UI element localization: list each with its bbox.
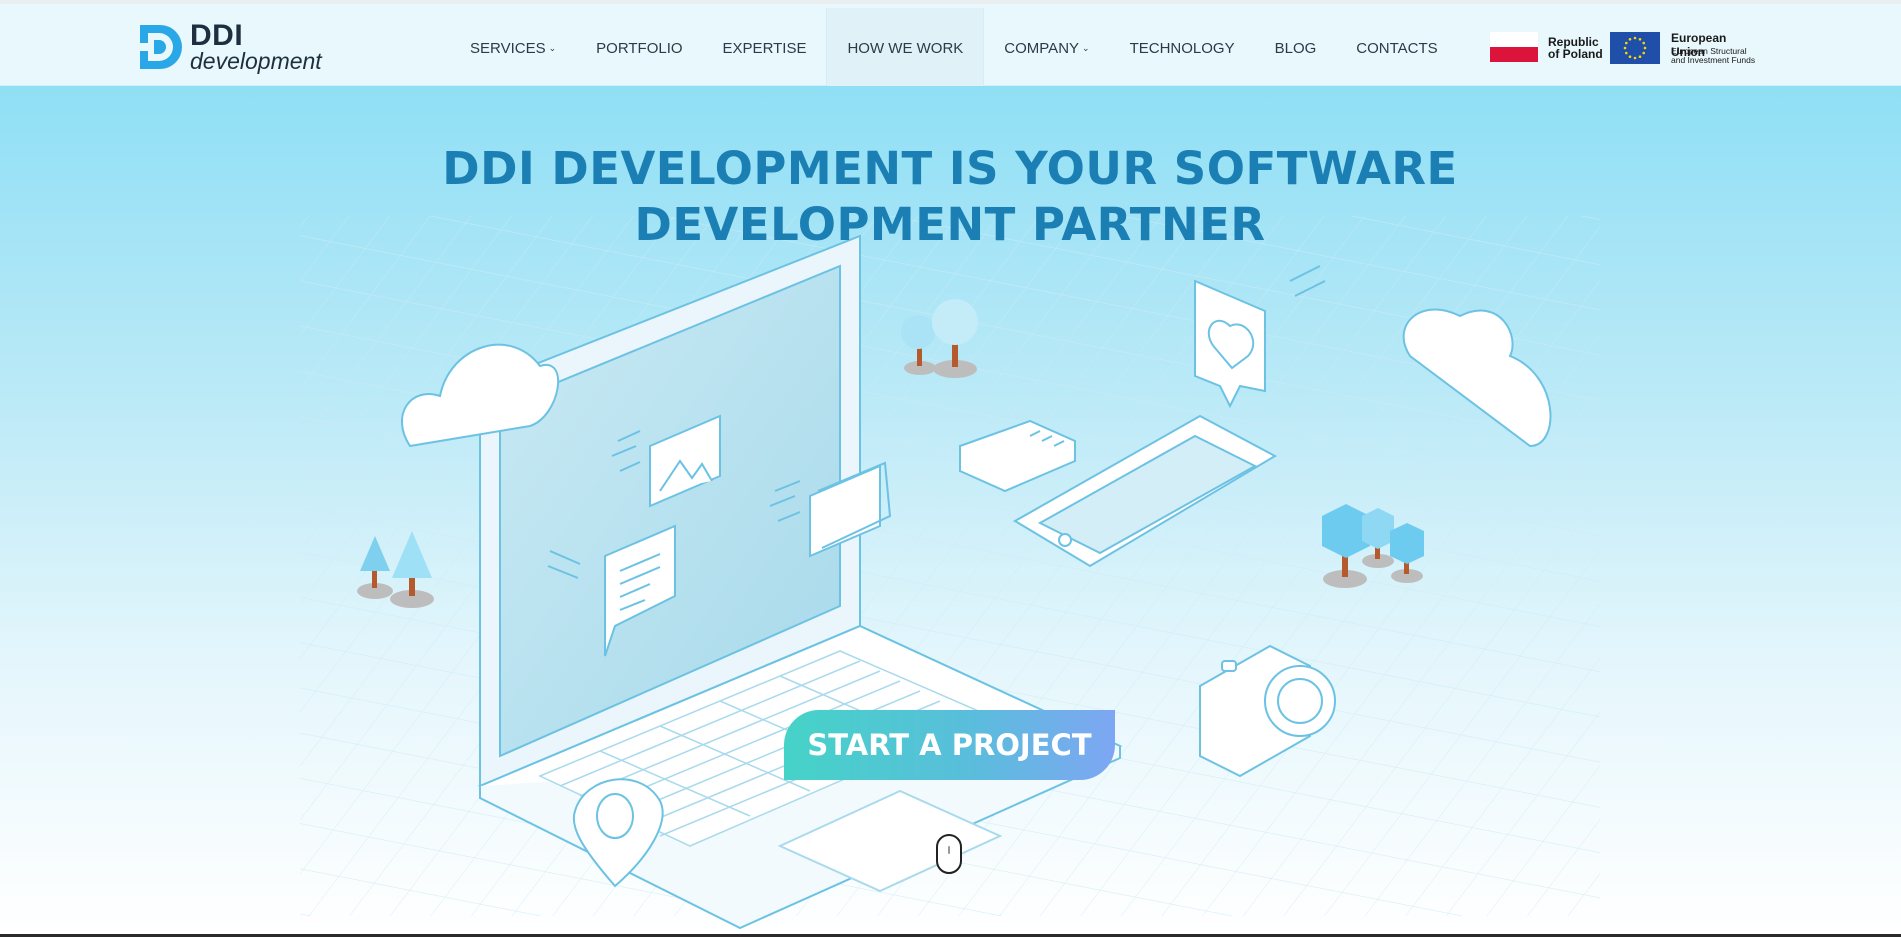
start-project-button[interactable]: START A PROJECT [784,710,1115,780]
nav-technology[interactable]: TECHNOLOGY [1110,8,1255,89]
logo-d-icon [140,25,182,69]
scroll-wheel [948,846,950,854]
poland-flag-icon [1490,32,1538,62]
nav-portfolio[interactable]: PORTFOLIO [576,8,702,89]
nav-how-we-work[interactable]: HOW WE WORK [826,8,985,89]
hero-title-line2: DEVELOPMENT PARTNER [634,198,1266,251]
nav-expertise-label: EXPERTISE [722,40,807,57]
scroll-mouse-icon[interactable] [936,834,962,874]
logo-subtitle: development [190,48,322,74]
poland-label: Republic of Poland [1548,36,1603,60]
nav-services-label: SERVICES [470,40,546,57]
chevron-down-icon: ⌄ [548,43,557,53]
nav-company[interactable]: COMPANY ⌄ [984,8,1109,89]
chevron-down-icon: ⌄ [1082,43,1090,53]
nav-blog[interactable]: BLOG [1255,8,1337,89]
nav-contacts-label: CONTACTS [1356,40,1438,57]
hero-section: DDI DEVELOPMENT IS YOUR SOFTWARE DEVELOP… [0,86,1901,934]
eu-sub-line2: and Investment Funds [1671,55,1756,65]
funding-logos[interactable]: Republic of Poland European Union Europe… [1490,26,1760,66]
nav-how-we-work-label: HOW WE WORK [847,40,964,57]
site-header: DDI development SERVICES ⌄ PORTFOLIO EXP… [0,4,1901,89]
nav-blog-label: BLOG [1274,40,1317,57]
eu-subtitle: European Structural and Investment Funds [1671,47,1761,65]
nav-contacts[interactable]: CONTACTS [1336,8,1457,89]
main-nav: SERVICES ⌄ PORTFOLIO EXPERTISE HOW WE WO… [450,8,1458,89]
nav-expertise[interactable]: EXPERTISE [703,8,827,89]
eu-flag-icon [1610,32,1660,64]
nav-services[interactable]: SERVICES ⌄ [450,8,576,89]
nav-technology-label: TECHNOLOGY [1129,40,1235,57]
hero-title-line1: DDI DEVELOPMENT IS YOUR SOFTWARE [442,142,1458,195]
nav-portfolio-label: PORTFOLIO [596,40,683,57]
ddi-logo[interactable]: DDI development [138,18,338,74]
nav-company-label: COMPANY [1004,40,1080,57]
hero-title: DDI DEVELOPMENT IS YOUR SOFTWARE DEVELOP… [350,141,1550,253]
poland-line2: of Poland [1548,47,1603,61]
